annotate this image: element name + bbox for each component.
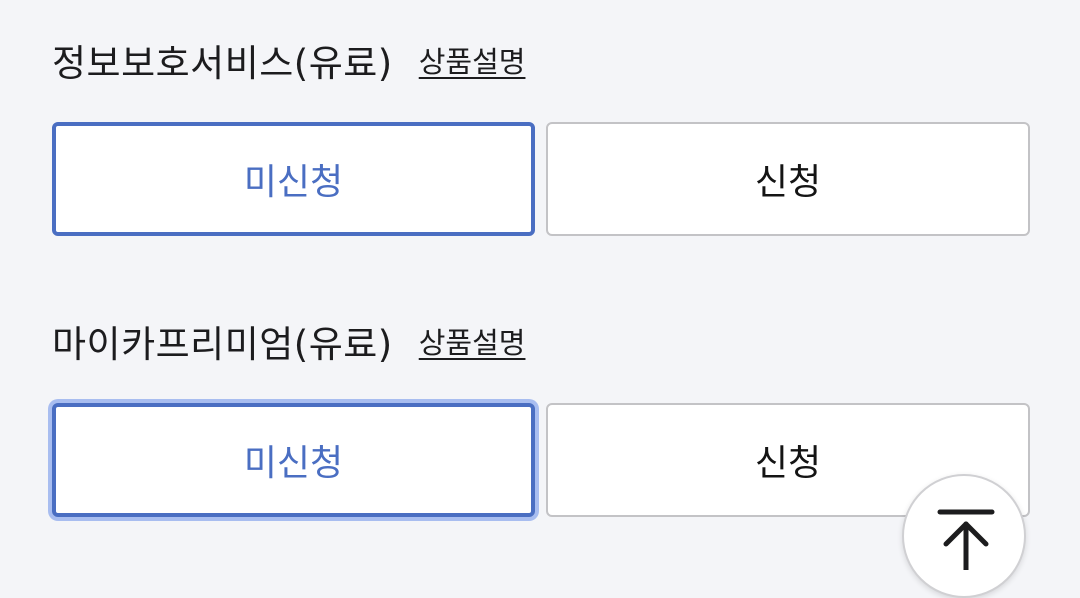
- scroll-to-top-button[interactable]: [902, 474, 1026, 598]
- arrow-up-to-top-icon: [937, 509, 995, 570]
- info-protection-product-link[interactable]: 상품설명: [419, 39, 526, 81]
- info-protection-options: 미신청 신청: [52, 122, 1030, 236]
- mycar-premium-title-row: 마이카프리미엄(유료) 상품설명: [52, 315, 525, 367]
- mycar-premium-product-link[interactable]: 상품설명: [419, 320, 526, 362]
- mycar-premium-title: 마이카프리미엄(유료): [52, 323, 393, 366]
- info-protection-decline-button[interactable]: 미신청: [52, 122, 535, 236]
- info-protection-title-row: 정보보호서비스(유료) 상품설명: [52, 34, 525, 86]
- mycar-premium-decline-button[interactable]: 미신청: [52, 403, 535, 517]
- info-protection-apply-button[interactable]: 신청: [546, 122, 1030, 236]
- mycar-premium-options: 미신청 신청: [52, 403, 1030, 517]
- info-protection-title: 정보보호서비스(유료): [52, 42, 393, 85]
